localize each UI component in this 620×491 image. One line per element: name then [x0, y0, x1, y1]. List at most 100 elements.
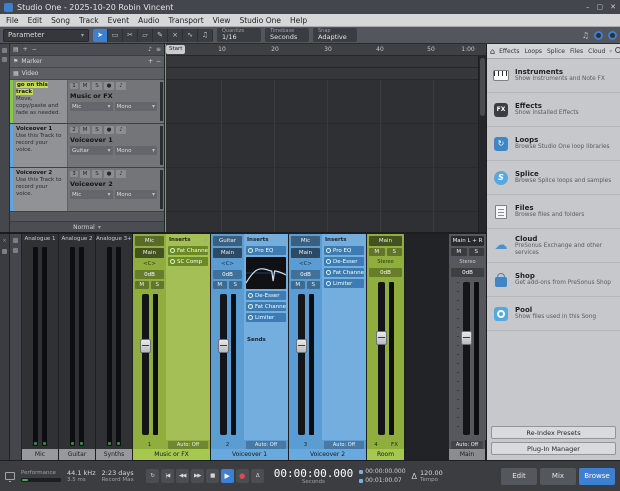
listen-tool[interactable]: ♫ [198, 29, 213, 42]
track-voiceover-2[interactable]: Voiceover 2 Use this Track to record you… [10, 168, 164, 212]
fader-handle[interactable] [296, 339, 307, 353]
marker-lane[interactable] [165, 56, 486, 68]
tempo-control[interactable]: Δ 120.00 Tempo [412, 469, 443, 484]
chevron-down-icon[interactable] [282, 337, 285, 344]
play-button[interactable]: ▶ [221, 469, 234, 483]
solo-button[interactable]: S [92, 126, 102, 134]
monitor-button[interactable]: ♪ [116, 82, 126, 90]
insert-power-icon[interactable] [326, 248, 331, 253]
mute-button[interactable]: M [451, 248, 467, 256]
home-icon[interactable]: ⌂ [490, 47, 495, 56]
input-select[interactable]: Guitar [70, 146, 113, 155]
mode-select[interactable]: Mono [115, 146, 158, 155]
channel-name[interactable]: Voiceover 2 [289, 449, 366, 460]
insert-power-icon[interactable] [326, 270, 331, 275]
menu-view[interactable]: View [213, 16, 231, 25]
pan-control[interactable]: <C> [291, 260, 320, 268]
browser-item-loops[interactable]: LoopsBrowse Studio One loop libraries [487, 127, 620, 161]
channel-input-select[interactable]: Mic [291, 236, 320, 246]
output-knob-icon[interactable] [608, 31, 617, 40]
return-to-start-button[interactable]: |◀ [161, 469, 174, 483]
menu-transport[interactable]: Transport [168, 16, 203, 25]
timebase-control[interactable]: Timebase Seconds [265, 28, 309, 42]
scrollbar-thumb[interactable] [480, 58, 485, 116]
record-arm-button[interactable]: ● [104, 170, 114, 178]
solo-button[interactable]: S [229, 281, 243, 289]
insert-power-icon[interactable] [248, 293, 253, 298]
rail-toggle-icon[interactable] [2, 249, 7, 254]
solo-button[interactable]: S [92, 170, 102, 178]
channel-fader[interactable] [213, 291, 242, 438]
timeline-ruler[interactable]: Start 10 20 30 40 50 1:00 [165, 44, 486, 56]
fader-handle[interactable] [140, 339, 151, 353]
edit-view-button[interactable]: Edit [501, 468, 537, 485]
insert-pro-eq[interactable]: Pro EQ [246, 246, 286, 255]
monitor-button[interactable]: ♪ [116, 126, 126, 134]
monitor-button[interactable]: ♪ [116, 170, 126, 178]
insert-power-icon[interactable] [170, 259, 175, 264]
volume-readout[interactable]: 0dB [451, 268, 484, 277]
fast-forward-button[interactable]: ▶▶ [191, 469, 204, 483]
automation-mode[interactable]: Auto: Off [324, 441, 364, 449]
input-channel-label[interactable]: Mic [22, 449, 58, 460]
volume-readout[interactable]: 0dB [291, 270, 320, 279]
browser-item-instruments[interactable]: InstrumentsShow Instruments and Note FX [487, 59, 620, 93]
monitor-knob-icon[interactable] [594, 31, 603, 40]
input-channel-label[interactable]: Synths [96, 449, 132, 460]
insert-fat-channel[interactable]: Fat Channel [246, 302, 286, 311]
track-list-options-icon[interactable] [13, 46, 19, 53]
menu-event[interactable]: Event [108, 16, 130, 25]
audio-device-icon[interactable] [5, 472, 15, 480]
channel-output-select[interactable]: Main [135, 248, 164, 258]
channel-output-select[interactable]: Main L + R [451, 236, 484, 246]
chevron-down-icon[interactable] [282, 237, 285, 244]
track-note[interactable]: Voiceover 1 Use this Track to record you… [13, 124, 68, 167]
browser-tab-cloud[interactable]: Cloud [587, 47, 606, 56]
rail-toggle-icon[interactable] [2, 57, 7, 62]
quantize-control[interactable]: Quantize 1/16 [217, 28, 261, 42]
insert-de-esser[interactable]: De-Esser [246, 291, 286, 300]
insert-power-icon[interactable] [248, 304, 253, 309]
input-channel-analogue-3-4[interactable]: Analogue 3+4 Synths [96, 234, 133, 460]
fader-handle[interactable] [461, 331, 472, 345]
arrow-tool[interactable]: ➤ [93, 29, 108, 42]
bend-tool[interactable]: ∿ [183, 29, 198, 42]
mute-button[interactable]: M [80, 170, 90, 178]
playhead[interactable] [165, 44, 166, 232]
search-icon[interactable] [615, 47, 620, 55]
vertical-scrollbar[interactable] [478, 56, 486, 232]
mode-select[interactable]: Mono [115, 190, 158, 199]
plugin-manager-button[interactable]: Plug-In Manager [491, 442, 616, 455]
track-height-selector[interactable]: Normal [73, 224, 95, 231]
marker-lane-header[interactable]: Marker [10, 56, 164, 68]
chevron-down-icon[interactable] [609, 48, 612, 55]
input-channel-label[interactable]: Guitar [59, 449, 95, 460]
mix-view-button[interactable]: Mix [540, 468, 576, 485]
erase-tool[interactable]: ▱ [138, 29, 153, 42]
minimize-button[interactable]: – [586, 3, 590, 11]
note-icon[interactable] [148, 46, 152, 53]
automation-mode[interactable]: Auto: Off [246, 441, 286, 449]
solo-button[interactable]: S [469, 248, 485, 256]
chevron-down-icon[interactable] [360, 237, 363, 244]
insert-power-icon[interactable] [326, 281, 331, 286]
close-button[interactable]: ✕ [610, 3, 616, 11]
input-channel-analogue-2[interactable]: Analogue 2 Guitar [59, 234, 96, 460]
split-tool[interactable]: ✂ [123, 29, 138, 42]
insert-limiter[interactable]: Limiter [246, 313, 286, 322]
record-arm-button[interactable]: ● [104, 82, 114, 90]
browser-item-shop[interactable]: ShopGet add-ons from PreSonus Shop [487, 263, 620, 297]
channel-fader[interactable] [135, 291, 164, 438]
maximize-button[interactable]: ▢ [597, 3, 604, 11]
add-track-button[interactable] [23, 46, 28, 53]
channel-output-select[interactable]: Main [291, 248, 320, 258]
automation-mode[interactable]: Auto: Off [168, 441, 208, 449]
track-voiceover-1[interactable]: Voiceover 1 Use this Track to record you… [10, 124, 164, 168]
browser-tab-loops[interactable]: Loops [523, 47, 543, 56]
channel-fader[interactable] [369, 279, 402, 438]
track-list-menu-icon[interactable] [156, 46, 161, 53]
close-icon[interactable]: × [2, 238, 6, 244]
insert-limiter[interactable]: Limiter [324, 279, 364, 288]
mute-button[interactable]: M [291, 281, 305, 289]
fader-handle[interactable] [218, 339, 229, 353]
